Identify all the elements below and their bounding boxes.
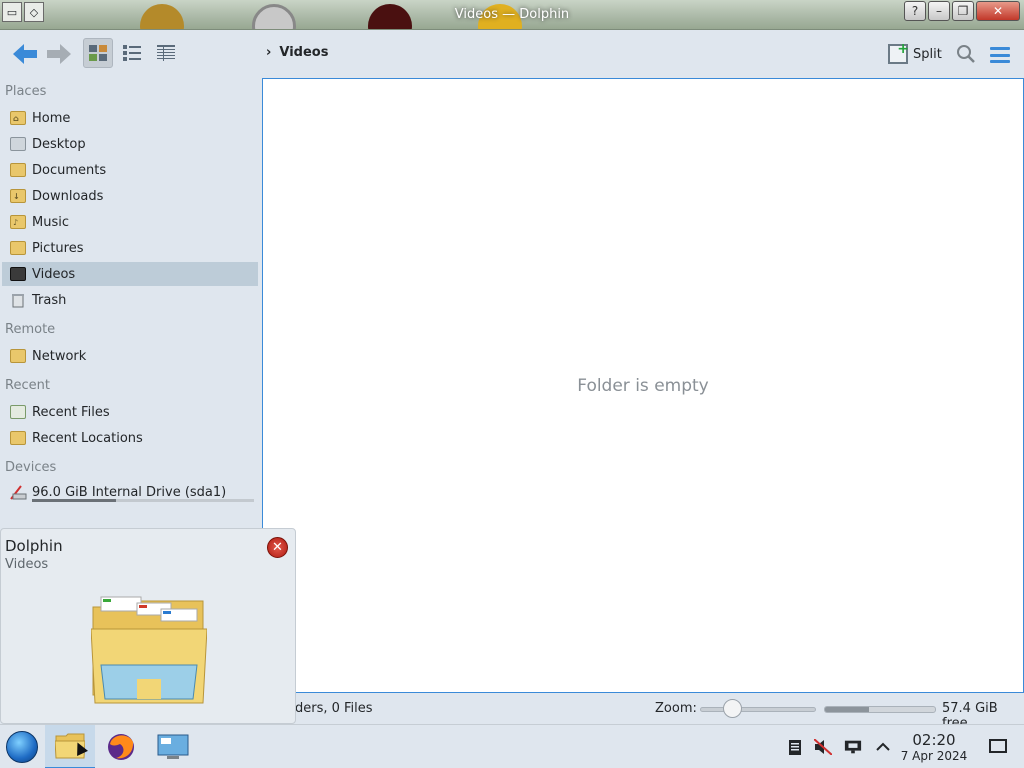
sidebar-item-desktop[interactable]: Desktop <box>2 132 258 156</box>
minimize-button[interactable]: – <box>928 1 950 21</box>
taskbar-system-settings[interactable] <box>148 725 198 768</box>
home-folder-icon: ⌂ <box>8 108 28 128</box>
settings-icon <box>157 734 189 759</box>
sidebar-item-music[interactable]: ♪ Music <box>2 210 258 234</box>
sidebar-item-home[interactable]: ⌂ Home <box>2 106 258 130</box>
split-label: Split <box>913 46 942 62</box>
sidebar-item-recent-locations[interactable]: Recent Locations <box>2 426 258 450</box>
breadcrumb-current[interactable]: Videos <box>279 45 328 60</box>
section-places: Places <box>5 84 47 99</box>
recent-files-icon <box>8 402 28 422</box>
zoom-slider-handle[interactable] <box>723 699 742 718</box>
clock-time: 02:20 <box>912 731 956 749</box>
details-view-button[interactable] <box>151 38 181 68</box>
downloads-folder-icon: ↓ <box>8 186 28 206</box>
pictures-folder-icon <box>8 238 28 258</box>
network-folder-icon <box>8 346 28 366</box>
sidebar-item-recent-files[interactable]: Recent Files <box>2 400 258 424</box>
back-button[interactable] <box>10 38 40 70</box>
forward-arrow-icon <box>47 44 71 64</box>
split-button[interactable]: Split <box>888 41 942 64</box>
empty-folder-message: Folder is empty <box>577 376 709 396</box>
section-recent: Recent <box>5 378 50 393</box>
zoom-slider[interactable] <box>700 707 816 712</box>
places-panel: Places ⌂ Home Desktop Documents ↓ Downlo… <box>0 80 260 520</box>
back-arrow-icon <box>13 44 37 64</box>
section-remote: Remote <box>5 322 56 337</box>
icons-view-button[interactable] <box>83 38 113 68</box>
volume-muted-icon[interactable] <box>814 739 832 755</box>
hard-drive-icon <box>8 482 28 502</box>
show-desktop-icon[interactable] <box>989 739 1007 753</box>
sidebar-item-trash[interactable]: Trash <box>2 288 258 312</box>
taskbar-window-preview[interactable]: Dolphin Videos ✕ <box>0 528 296 724</box>
documents-folder-icon <box>8 160 28 180</box>
disk-usage-bar <box>824 706 936 713</box>
taskbar: 02:20 7 Apr 2024 <box>0 724 1024 768</box>
window-title: Videos — Dolphin <box>454 7 570 22</box>
help-button[interactable]: ? <box>904 1 926 21</box>
icons-view-icon <box>89 45 107 61</box>
drive-usage-bar <box>32 499 254 502</box>
section-devices: Devices <box>5 460 57 475</box>
sidebar-item-pictures[interactable]: Pictures <box>2 236 258 260</box>
chevron-right-icon: › <box>266 45 272 60</box>
trash-icon <box>8 290 28 310</box>
compact-view-button[interactable] <box>117 38 147 68</box>
compact-view-icon <box>123 45 141 61</box>
sidebar-item-videos[interactable]: Videos <box>2 262 258 286</box>
preview-close-button[interactable]: ✕ <box>267 537 288 558</box>
preview-window-name: Videos <box>5 557 49 572</box>
forward-button[interactable] <box>44 38 74 70</box>
close-button[interactable]: ✕ <box>976 1 1020 21</box>
sidebar-item-network[interactable]: Network <box>2 344 258 368</box>
music-folder-icon: ♪ <box>8 212 28 232</box>
details-view-icon <box>157 45 175 61</box>
start-menu-button[interactable] <box>6 731 38 763</box>
sidebar-item-documents[interactable]: Documents <box>2 158 258 182</box>
digital-clock[interactable]: 02:20 7 Apr 2024 <box>900 731 968 764</box>
network-icon[interactable] <box>844 739 862 755</box>
taskbar-firefox[interactable] <box>96 725 146 768</box>
search-icon[interactable] <box>956 44 976 64</box>
maximize-button[interactable]: ❐ <box>952 1 974 21</box>
split-view-icon <box>888 41 909 64</box>
chevron-up-icon[interactable] <box>874 739 892 755</box>
clipboard-icon[interactable] <box>786 739 804 755</box>
file-view[interactable]: Folder is empty <box>262 78 1024 693</box>
firefox-icon <box>108 734 134 760</box>
videos-folder-icon <box>8 264 28 284</box>
folder-preview-icon <box>91 596 207 704</box>
hamburger-menu-icon[interactable] <box>990 47 1010 63</box>
zoom-label: Zoom: <box>655 701 697 716</box>
recent-locations-icon <box>8 428 28 448</box>
preview-app-name: Dolphin <box>5 537 63 555</box>
title-bar: ▭ ◇ Videos — Dolphin ? – ❐ ✕ <box>0 0 1024 30</box>
desktop-icon <box>8 134 28 154</box>
toolbar: › Videos Split <box>0 30 1024 78</box>
sidebar-item-downloads[interactable]: ↓ Downloads <box>2 184 258 208</box>
breadcrumb[interactable]: › Videos <box>266 45 328 60</box>
clock-date: 7 Apr 2024 <box>900 749 968 763</box>
taskbar-dolphin[interactable] <box>45 725 95 768</box>
